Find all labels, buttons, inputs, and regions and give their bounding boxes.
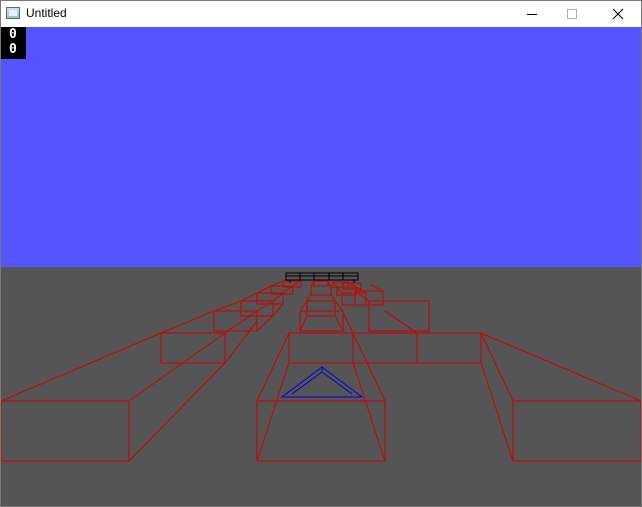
maximize-button[interactable] [549,1,595,27]
game-viewport[interactable]: 0 0 [1,27,641,506]
app-window-icon [6,7,20,19]
maximize-icon [567,9,577,19]
hud-panel: 0 0 [1,27,26,59]
sky [1,27,641,267]
ground [1,267,641,506]
game-window: Untitled 0 0 [0,0,642,507]
window-title: Untitled [26,6,67,20]
close-icon [612,8,624,20]
title-bar[interactable]: Untitled [1,1,641,27]
close-button[interactable] [595,1,641,27]
hud-value-1: 0 [9,27,17,42]
minimize-icon [527,14,537,15]
game-scene [1,27,641,506]
hud-value-2: 0 [9,42,17,57]
